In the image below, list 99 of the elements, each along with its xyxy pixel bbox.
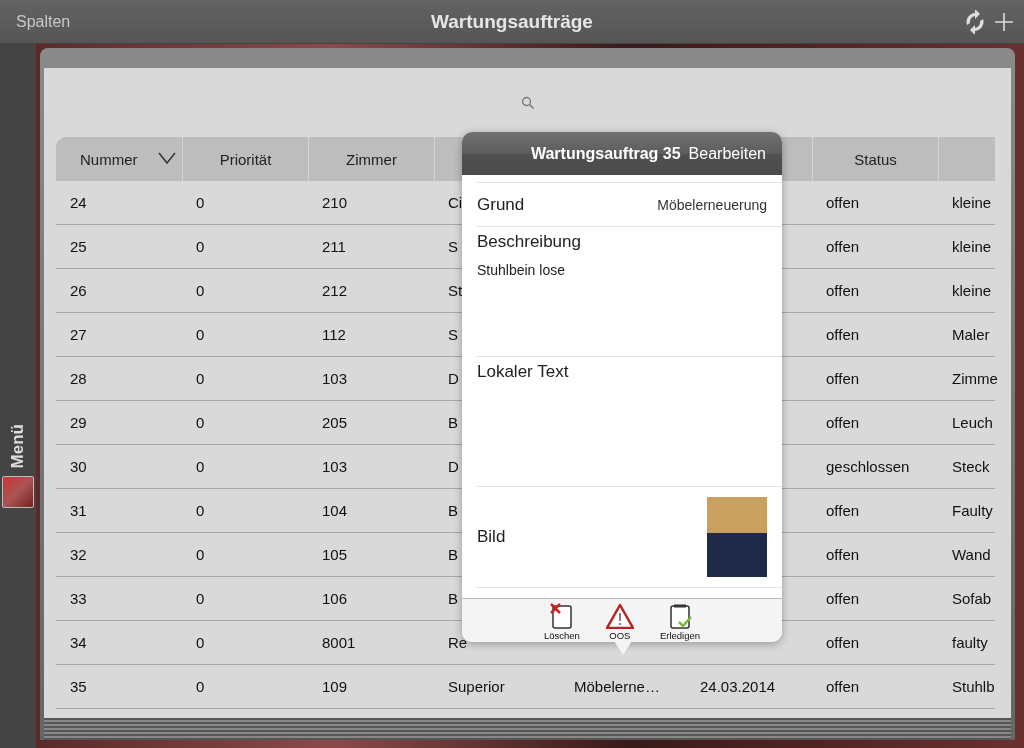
table-cell: Ci [448,194,463,211]
table-cell: 0 [196,458,205,475]
field-value: Möbelerneuerung [657,197,767,213]
table-cell: 0 [196,590,205,607]
table-cell: 103 [322,458,348,475]
table-cell: 112 [322,326,346,343]
table-cell: kleine [952,194,992,211]
table-cell: 104 [322,502,348,519]
popover-title: Wartungsauftrag 35 [530,144,681,163]
table-cell: 27 [70,326,87,343]
table-cell: offen [826,546,860,563]
table-cell: D [448,458,459,475]
table-cell: 35 [70,678,87,695]
table-cell: Zimme [952,370,998,387]
chevron-down-icon[interactable] [158,151,176,165]
table-cell: offen [826,502,860,519]
table-cell: Wand [952,546,991,563]
table-cell: 109 [322,678,348,695]
column-header[interactable]: Zimmer [308,137,434,181]
photo-placeholder[interactable] [2,476,34,509]
table-cell: 0 [196,634,205,651]
table-cell: 105 [322,546,348,563]
table-cell: B [448,590,458,607]
table-cell: 0 [196,502,205,519]
field-label: Bild [477,527,506,548]
table-cell: Möbelerne… [574,678,660,695]
toolbar-button[interactable]: OOS [605,599,634,642]
field-label: Beschreibung [477,232,582,253]
table-cell: 26 [70,282,87,299]
table-cell: offen [826,590,860,607]
toolbar-button[interactable]: Erledigen [659,599,701,642]
screen-title: Wartungsaufträge [431,10,593,33]
table-cell: Sofab [952,590,992,607]
table-cell: 32 [70,546,87,563]
table-cell: offen [826,238,860,255]
table-cell: kleine [952,282,992,299]
edit-button[interactable]: Bearbeiten [688,144,766,163]
column-header[interactable]: Status [812,137,938,181]
table-cell: Steck [952,458,990,475]
table-cell: 0 [196,370,205,387]
table-cell: geschlossen [826,458,910,475]
columns-button[interactable]: Spalten [10,8,77,35]
column-header[interactable]: Nummer [56,137,182,181]
table-cell: 0 [196,546,205,563]
table-cell: D [448,370,459,387]
table-cell: B [448,414,458,431]
table-cell: 34 [70,634,87,651]
table-cell: 31 [70,502,87,519]
search-icon[interactable] [520,95,535,110]
toolbar-button[interactable]: Löschen [543,599,580,642]
table-cell: 205 [322,414,348,431]
photo-placeholder[interactable] [707,497,767,578]
table-cell: 33 [70,590,87,607]
table-cell: 8001 [322,634,356,651]
table-cell: offen [826,678,860,695]
table-cell: 0 [196,238,205,255]
add-icon[interactable] [994,11,1014,32]
table-cell: Re [448,634,468,651]
table-cell: S [448,326,458,343]
menu-button[interactable]: Menü [8,423,28,469]
field-label: Grund [477,195,525,215]
table-cell: offen [826,282,860,299]
table-cell: kleine [952,238,992,255]
warning-icon [605,603,634,630]
table-cell: 29 [70,414,87,431]
table-cell: 28 [70,370,87,387]
table-cell: offen [826,634,860,651]
refresh-icon[interactable] [964,9,986,34]
table-cell: 211 [322,238,346,255]
table-cell: 212 [322,282,348,299]
table-cell: 210 [322,194,348,211]
table-cell: 24.03.2014 [700,678,776,695]
table-cell: Leuch [952,414,993,431]
table-cell: 25 [70,238,87,255]
table-cell: S [448,238,458,255]
table-cell: Faulty [952,502,993,519]
table-cell: 24 [70,194,87,211]
table-cell: 0 [196,414,205,431]
field-text: Stuhlbein lose [477,262,566,279]
table-cell: Stuhlb [952,678,995,695]
table-cell: offen [826,370,860,387]
table-cell: faulty [952,634,988,651]
table-cell: B [448,502,458,519]
table-cell: 106 [322,590,348,607]
table-cell: 0 [196,282,205,299]
table-cell: St [448,282,463,299]
table-cell: Maler [952,326,990,343]
table-cell: 30 [70,458,87,475]
field-label: Lokaler Text [477,362,570,383]
table-cell: offen [826,194,860,211]
table-cell: Superior [448,678,505,695]
table-cell: offen [826,414,860,431]
table-cell: 0 [196,678,205,695]
table-cell: 0 [196,326,205,343]
table-cell: B [448,546,458,563]
table-cell: 0 [196,194,205,211]
column-header[interactable]: Priorität [182,137,308,181]
table-cell: 103 [322,370,348,387]
table-cell: offen [826,326,860,343]
